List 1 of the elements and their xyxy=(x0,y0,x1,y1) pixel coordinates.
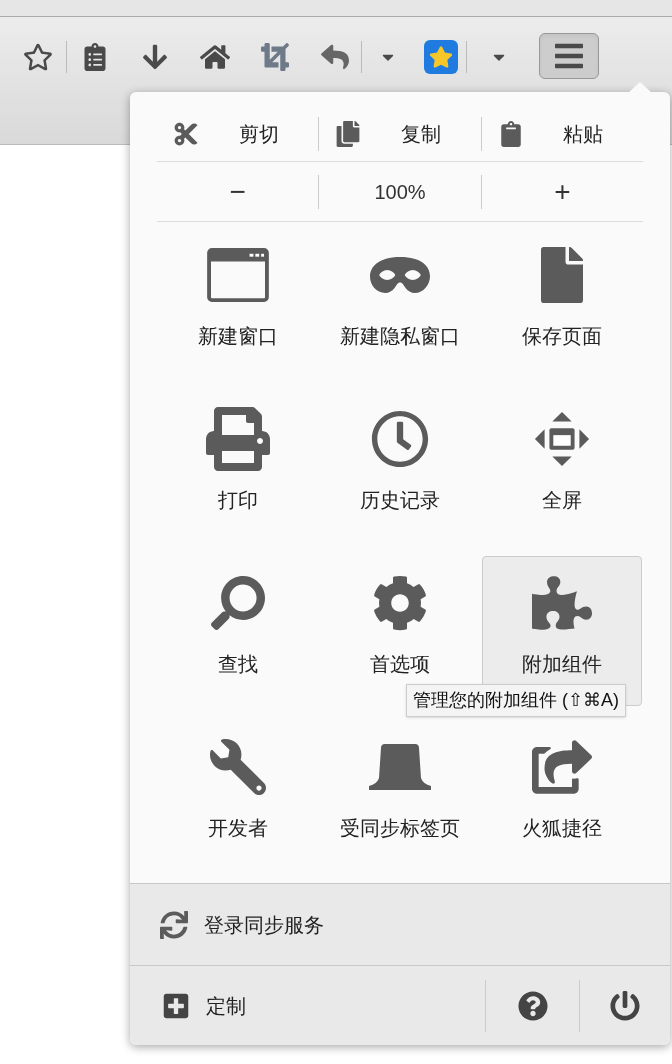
tooltip: 管理您的附加组件 (⇧⌘A) xyxy=(406,684,626,717)
